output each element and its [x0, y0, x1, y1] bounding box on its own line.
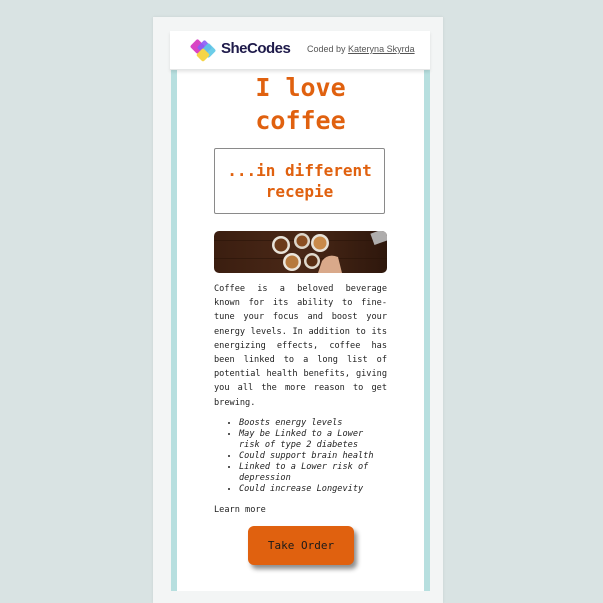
- list-item: Boosts energy levels: [239, 418, 387, 429]
- learn-more-link[interactable]: Learn more: [214, 505, 266, 515]
- brand-name: SheCodes: [221, 40, 291, 57]
- page-title: I love coffee: [255, 73, 346, 135]
- coffee-card: I love coffee ...in different recepie Co…: [171, 68, 430, 591]
- subtitle-box: ...in different recepie: [214, 148, 385, 214]
- coffee-photo: [214, 231, 387, 273]
- benefits-list: Boosts energy levels May be Linked to a …: [214, 418, 387, 495]
- list-item: Could support brain health: [239, 451, 387, 462]
- list-item: Linked to a Lower risk of depression: [239, 462, 387, 484]
- shecodes-logo-icon: [190, 39, 216, 62]
- list-item: May be Linked to a Lower risk of type 2 …: [239, 429, 387, 451]
- list-item: Could increase Longevity: [239, 484, 387, 495]
- coded-by-label: Coded by: [307, 44, 346, 54]
- shecodes-header: SheCodes Coded by Kateryna Skyrda: [170, 31, 430, 70]
- take-order-button[interactable]: Take Order: [248, 526, 354, 565]
- coffee-description: Coffee is a beloved beverage known for i…: [214, 284, 387, 408]
- author-link[interactable]: Kateryna Skyrda: [348, 44, 415, 54]
- coded-by-credit: Coded by Kateryna Skyrda: [307, 44, 415, 54]
- subtitle-text: ...in different recepie: [227, 161, 372, 201]
